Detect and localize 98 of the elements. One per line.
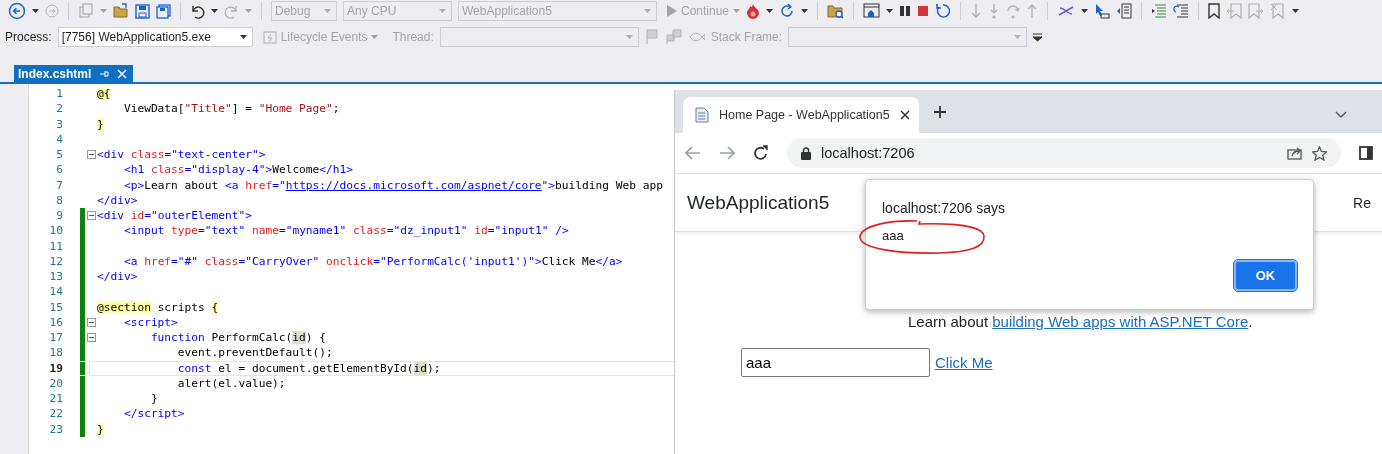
page-icon — [695, 107, 709, 123]
code-line: <script> — [122, 315, 178, 329]
dialog-message: aaa — [882, 228, 904, 243]
process-dropdown[interactable]: [7756] WebApplication5.exe — [57, 27, 253, 47]
code-line: } — [149, 392, 158, 406]
bookmark-icon[interactable] — [1208, 3, 1221, 19]
open-folder-icon[interactable] — [113, 3, 129, 19]
pages-icon[interactable] — [1116, 3, 1133, 19]
line-number: 23 — [48, 422, 63, 436]
undo-icon[interactable] — [190, 3, 205, 19]
line-number: 12 — [48, 254, 63, 268]
side-panel-icon[interactable] — [1359, 146, 1373, 160]
new-tab-icon[interactable] — [933, 105, 947, 119]
caret-icon[interactable] — [1292, 9, 1300, 13]
collapse-icon[interactable] — [86, 317, 96, 327]
process-label: Process: — [5, 30, 52, 44]
line-number: 10 — [48, 224, 63, 238]
forward-icon[interactable] — [719, 146, 735, 160]
cursor-icon[interactable] — [1094, 3, 1111, 19]
pause-icon[interactable] — [899, 5, 912, 17]
line-number: 11 — [48, 239, 63, 253]
overflow-icon[interactable] — [1033, 32, 1043, 42]
flame-icon[interactable] — [746, 3, 761, 19]
collapse-icon[interactable] — [86, 333, 96, 343]
dropdown-arrow-icon[interactable] — [239, 35, 247, 39]
close-icon[interactable] — [899, 110, 910, 120]
refresh-icon[interactable] — [779, 3, 796, 19]
caret-icon[interactable] — [211, 9, 218, 13]
code-line: <div class="text-center"> — [97, 148, 266, 162]
share-icon[interactable] — [1287, 146, 1302, 160]
stop-icon[interactable] — [917, 5, 930, 17]
browser-window-icon[interactable] — [863, 3, 881, 19]
line-number: 1 — [55, 87, 63, 101]
code-line: const el = document.getElementById(id); — [176, 361, 441, 375]
code-line: <h1 class="display-4">Welcome</h1> — [122, 163, 353, 177]
address-bar[interactable]: localhost:7206 — [787, 138, 1341, 168]
stack-frame-label: Stack Frame: — [710, 30, 783, 44]
code-line: <a href="#" class="CarryOver" onclick="PerformCalc('input1')">Click Me</a> — [122, 254, 623, 268]
code-line: @section scripts { — [97, 300, 219, 314]
document-tab[interactable]: Index.cshtml — [14, 65, 134, 83]
reload-icon[interactable] — [753, 145, 769, 161]
line-number: 14 — [48, 285, 63, 299]
save-icon[interactable] — [135, 3, 150, 19]
save-all-icon[interactable] — [156, 3, 171, 19]
code-line: </script> — [122, 407, 185, 421]
code-line: function PerformCalc(id) { — [149, 331, 327, 345]
line-number: 9 — [55, 209, 63, 223]
outdent-lines-icon[interactable] — [1173, 4, 1190, 18]
caret-icon[interactable] — [766, 9, 774, 13]
line-number: 13 — [48, 270, 63, 284]
indent-lines-icon[interactable] — [1151, 4, 1168, 18]
nav-link[interactable]: Re — [1353, 194, 1371, 211]
line-number: 19 — [48, 361, 63, 375]
code-line: event.preventDefault(); — [176, 346, 333, 360]
restart-icon[interactable] — [935, 3, 952, 19]
code-line: alert(el.value); — [176, 376, 286, 390]
caret-icon[interactable] — [32, 9, 39, 13]
line-number: 4 — [55, 132, 63, 146]
line-number: 22 — [48, 407, 63, 421]
code-line: ViewData["Title"] = "Home Page"; — [122, 102, 340, 116]
caret-icon[interactable] — [801, 9, 809, 13]
code-line: <p>Learn about <a href="https://docs.microsoft.com/aspnet/core">building Web app — [122, 178, 663, 192]
site-brand[interactable]: WebApplication5 — [687, 191, 830, 214]
collapse-icon[interactable] — [86, 150, 96, 160]
code-line: </div> — [97, 270, 138, 284]
caret-icon[interactable] — [886, 9, 894, 13]
code-line: <div id="outerElement"> — [97, 209, 252, 223]
collapse-icon[interactable] — [86, 211, 96, 221]
browser-tab[interactable]: Home Page - WebApplication5 — [683, 97, 919, 133]
line-number: 15 — [48, 300, 63, 314]
line-number: 16 — [48, 315, 63, 329]
click-me-link[interactable]: Click Me — [935, 354, 993, 371]
line-number: 21 — [48, 392, 63, 406]
docs-link[interactable]: building Web apps with ASP.NET Core — [992, 313, 1249, 330]
intro-text: Learn about building Web apps with ASP.NET Core. — [908, 313, 1254, 330]
lock-icon — [801, 146, 811, 160]
line-number: 5 — [55, 148, 63, 162]
tab-list-icon[interactable] — [1335, 111, 1347, 118]
back-icon[interactable] — [8, 2, 26, 20]
star-icon[interactable] — [1312, 145, 1327, 161]
ok-button[interactable]: OK — [1234, 260, 1297, 291]
thread-label: Thread: — [392, 30, 434, 44]
line-number: 8 — [55, 193, 63, 207]
line-number: 3 — [55, 117, 63, 131]
line-number: 20 — [48, 376, 63, 390]
dialog-title: localhost:7206 says — [882, 200, 1006, 216]
back-icon[interactable] — [685, 146, 701, 160]
line-number: 18 — [48, 346, 63, 360]
line-number: 2 — [55, 102, 63, 116]
line-number: 7 — [55, 178, 63, 192]
code-line: </div> — [97, 193, 138, 207]
line-number: 6 — [55, 163, 63, 177]
code-line: <input type="text" name="myname1" class="dz_input1" id="input1" /> — [122, 224, 569, 238]
line-number: 17 — [48, 331, 63, 345]
pin-icon[interactable] — [99, 69, 110, 79]
folder-search-icon[interactable] — [827, 3, 845, 19]
text-input-field[interactable]: aaa — [741, 348, 930, 377]
caret-icon[interactable] — [1081, 9, 1089, 13]
